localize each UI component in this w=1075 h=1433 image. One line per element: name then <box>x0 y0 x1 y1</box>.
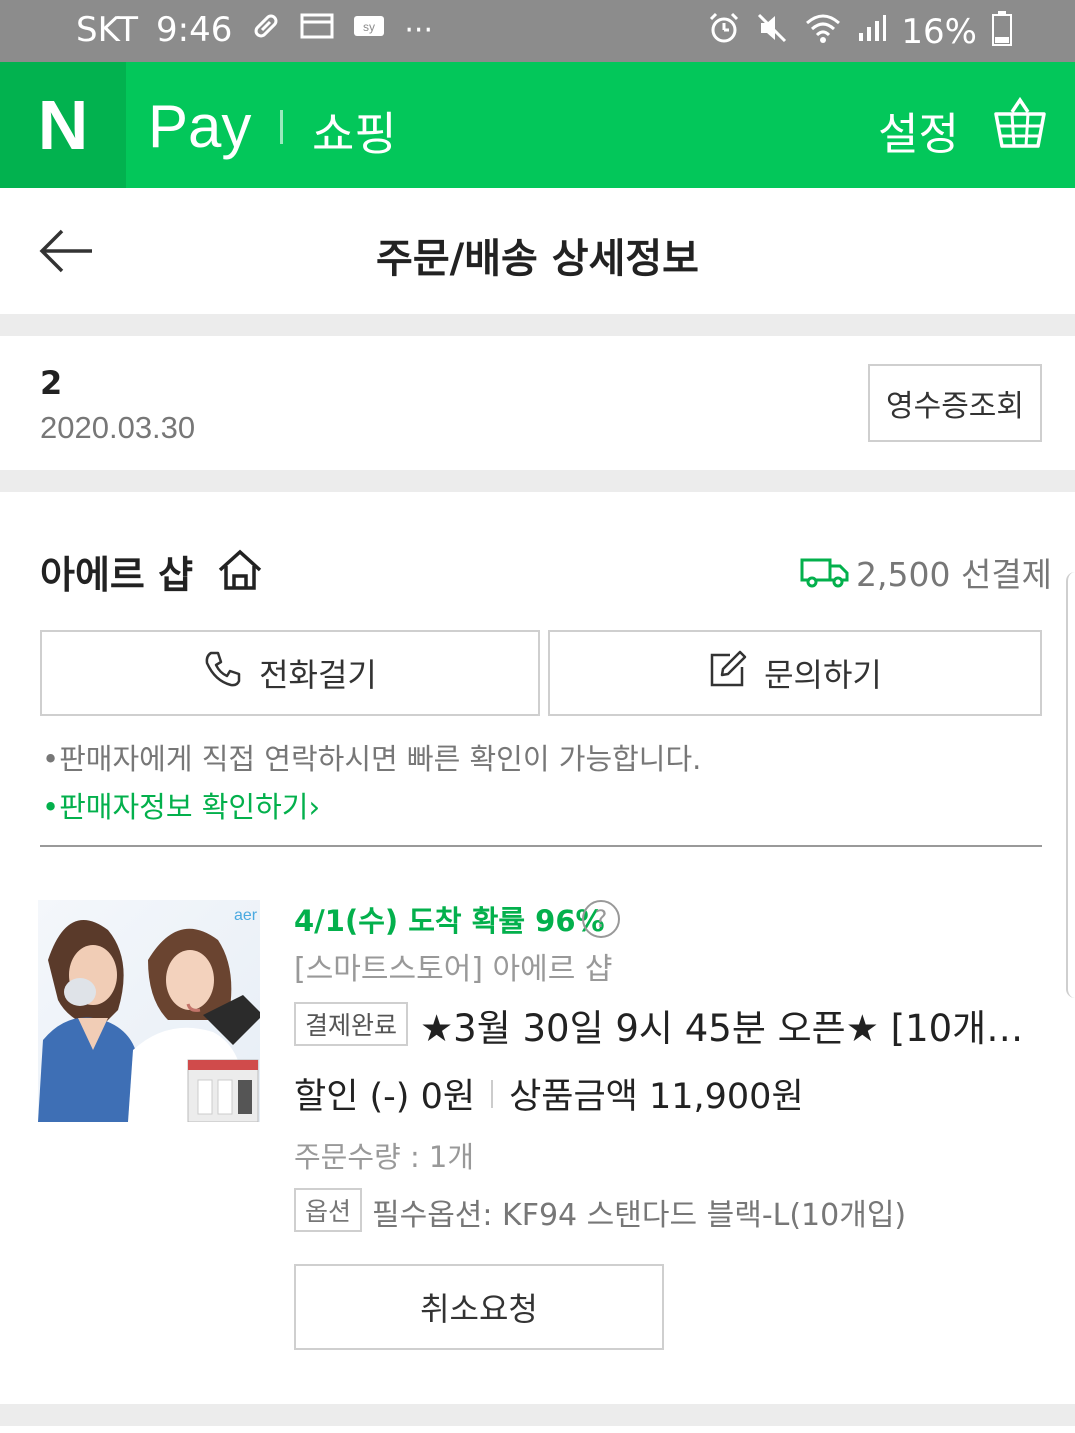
call-button[interactable]: 전화걸기 <box>40 630 540 716</box>
phone-icon <box>203 649 243 697</box>
order-date: 2020.03.30 <box>40 410 196 445</box>
product-thumbnail[interactable]: aer <box>38 900 260 1122</box>
status-right: 16% <box>707 10 1013 54</box>
battery-icon <box>991 10 1013 54</box>
title-bar: 주문/배송 상세정보 <box>0 188 1075 314</box>
section-divider <box>40 845 1042 847</box>
shipping-fee: 2,500 선결제 <box>856 555 1053 594</box>
product-price: 상품금액 11,900원 <box>509 1077 804 1117</box>
section-gap <box>0 314 1075 336</box>
pill-icon <box>250 10 282 50</box>
product-name[interactable]: ★3월 30일 9시 45분 오픈★ [10개입] KF94 스탠다드 블랙 <box>420 998 1030 1052</box>
header-separator <box>280 110 283 144</box>
section-gap <box>0 470 1075 492</box>
contact-note: •판매자에게 직접 연락하시면 빠른 확인이 가능합니다. <box>42 742 702 776</box>
delivery-truck-icon <box>800 556 850 588</box>
chevron-right-icon: › <box>308 790 321 824</box>
naver-pay-header: N Pay 쇼핑 설정 <box>0 62 1075 188</box>
sy-icon: sy <box>352 11 386 49</box>
price-separator <box>491 1079 494 1108</box>
discount-amount: 할인 (-) 0원 <box>294 1077 476 1117</box>
shopping-tab[interactable]: 쇼핑 <box>312 98 397 164</box>
thumbnail-brand: aer <box>234 907 258 924</box>
receipt-button[interactable]: 영수증조회 <box>868 364 1042 442</box>
inquiry-button-label: 문의하기 <box>764 656 882 694</box>
mute-icon <box>755 11 789 53</box>
alarm-icon <box>707 11 741 53</box>
more-dots-icon: ··· <box>404 12 433 48</box>
wifi-icon <box>803 11 843 53</box>
order-number: 2 <box>40 364 63 402</box>
naver-logo[interactable]: N <box>0 62 126 188</box>
edit-icon <box>708 649 748 697</box>
cancel-request-button[interactable]: 취소요청 <box>294 1264 664 1350</box>
inquiry-button[interactable]: 문의하기 <box>548 630 1042 716</box>
help-question-icon[interactable]: ? <box>582 900 620 938</box>
store-label: [스마트스토어] 아에르 샵 <box>294 952 613 987</box>
carrier-label: SKT <box>76 10 139 50</box>
status-bar: SKT 9:46 sy ··· 16% <box>0 0 1075 62</box>
battery-percent: 16% <box>901 12 977 52</box>
signal-icon <box>857 13 887 51</box>
seller-info-link[interactable]: •판매자정보 확인하기› <box>42 784 320 826</box>
card-icon <box>300 11 334 49</box>
order-quantity: 주문수량 : 1개 <box>294 1140 475 1174</box>
clock: 9:46 <box>156 10 233 50</box>
section-gap <box>0 1404 1075 1426</box>
svg-text:sy: sy <box>363 20 375 34</box>
settings-button[interactable]: 설정 <box>878 98 959 162</box>
shop-name[interactable]: 아에르 샵 <box>40 544 193 599</box>
pay-label[interactable]: Pay <box>148 92 251 161</box>
price-line: 할인 (-) 0원 상품금액 11,900원 <box>294 1068 804 1119</box>
seller-info-link-label: •판매자정보 확인하기 <box>42 790 309 824</box>
page-title: 주문/배송 상세정보 <box>376 236 699 282</box>
status-badge: 결제완료 <box>294 1002 408 1046</box>
arrival-estimate: 4/1(수) 도착 확률 96% <box>294 904 605 938</box>
scrollbar[interactable] <box>1066 572 1075 998</box>
option-text: 필수옵션: KF94 스탠다드 블랙-L(10개입) <box>372 1198 907 1233</box>
option-badge: 옵션 <box>294 1188 362 1232</box>
status-left: SKT 9:46 sy ··· <box>76 10 433 50</box>
call-button-label: 전화걸기 <box>259 656 377 694</box>
home-icon[interactable] <box>216 548 264 592</box>
cart-icon[interactable] <box>992 96 1048 152</box>
